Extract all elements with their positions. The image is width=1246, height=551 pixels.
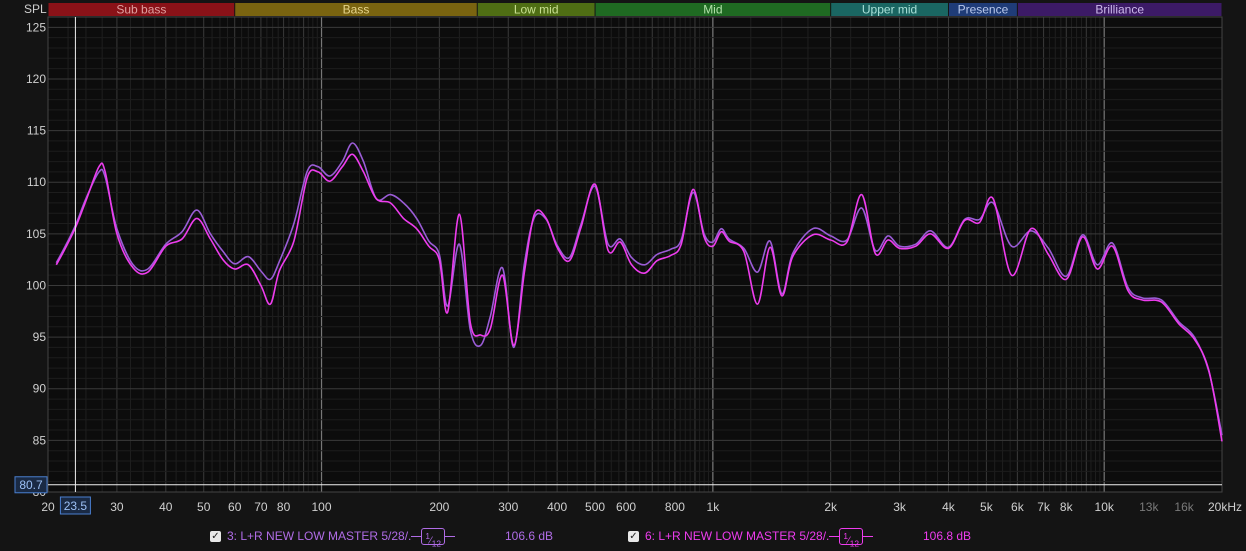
x-tick-label: 5k [980,500,994,514]
x-tick-label: 7k [1037,500,1051,514]
y-tick-label: 85 [33,433,47,447]
y-tick-label: 100 [26,278,46,292]
smoothing-control-1[interactable]: 1⁄12 [411,527,455,548]
x-tick-label: 40 [159,500,173,514]
legend-checkbox-2[interactable]: ✓ [628,530,639,542]
band-label-2: Low mid [514,3,559,17]
smoothing-numerator-2: 1 [843,530,849,541]
x-tick-label: 2k [824,500,838,514]
band-label-4: Upper mid [862,3,917,17]
x-tick-label: 16k [1174,500,1194,514]
x-tick-label: 100 [312,500,332,514]
x-tick-label: 13k [1139,500,1159,514]
y-tick-label: 90 [33,382,47,396]
legend-item-2[interactable]: ✓ 6: L+R NEW LOW MASTER 5/28/. 1⁄12 106.… [628,527,972,548]
y-tick-label: 95 [33,330,47,344]
y-axis-ticks: 12512011511010510095908580 [26,20,46,499]
legend-checkbox-1[interactable]: ✓ [210,530,221,542]
x-tick-label: 600 [616,500,636,514]
x-tick-label: 400 [547,500,567,514]
band-label-6: Brilliance [1095,3,1144,17]
frequency-bands: Sub bass Bass Low mid Mid Upper mid Presence B… [48,3,1222,17]
legend-value-2: 106.8 dB [922,529,972,543]
x-tick-label: 20 [41,500,55,514]
x-tick-label: 200 [429,500,449,514]
x-tick-label: 3k [893,500,907,514]
y-tick-label: 120 [26,72,46,86]
legend-label-2: 6: L+R NEW LOW MASTER 5/28/. [645,529,830,543]
x-tick-label: 60 [228,500,242,514]
band-label-5: Presence [958,3,1009,17]
band-label-1: Bass [343,3,370,17]
smoothing-control-2[interactable]: 1⁄12 [829,527,873,548]
x-tick-label: 6k [1011,500,1025,514]
x-tick-label: 20kHz [1208,500,1242,514]
smoothing-denominator-1: 12 [431,537,441,548]
smoothing-denominator-2: 12 [849,537,859,548]
y-tick-label: 110 [27,175,46,189]
x-tick-label: 500 [585,500,605,514]
x-tick-label: 10k [1095,500,1115,514]
y-tick-label: 115 [27,124,46,138]
x-tick-label: 8k [1060,500,1074,514]
frequency-response-chart[interactable]: Sub bass Bass Low mid Mid Upper mid Presence B… [0,0,1246,525]
x-tick-label: 1k [707,500,721,514]
y-axis-label: SPL [24,2,47,16]
y-tick-label: 105 [26,227,46,241]
cursor-x-readout: 23.5 [64,499,88,513]
legend-value-1: 106.6 dB [504,529,554,543]
x-axis-ticks: 20 30 40 50 60 70 80 100 200 300 400 500 600 800 1k 2k 3… [41,500,1242,514]
legend-item-1[interactable]: ✓ 3: L+R NEW LOW MASTER 5/28/. 1⁄12 106.… [210,527,554,548]
legend-label-1: 3: L+R NEW LOW MASTER 5/28/. [227,529,412,543]
x-tick-label: 30 [110,500,124,514]
smoothing-numerator-1: 1 [425,530,431,541]
x-tick-label: 4k [942,500,956,514]
x-tick-label: 70 [254,500,268,514]
x-tick-label: 80 [277,500,291,514]
y-tick-label: 125 [26,20,46,34]
band-label-0: Sub bass [116,3,166,17]
band-label-3: Mid [703,3,722,17]
x-tick-label: 300 [498,500,518,514]
cursor-y-readout: 80.7 [19,478,43,492]
x-tick-label: 800 [665,500,685,514]
x-tick-label: 50 [197,500,211,514]
